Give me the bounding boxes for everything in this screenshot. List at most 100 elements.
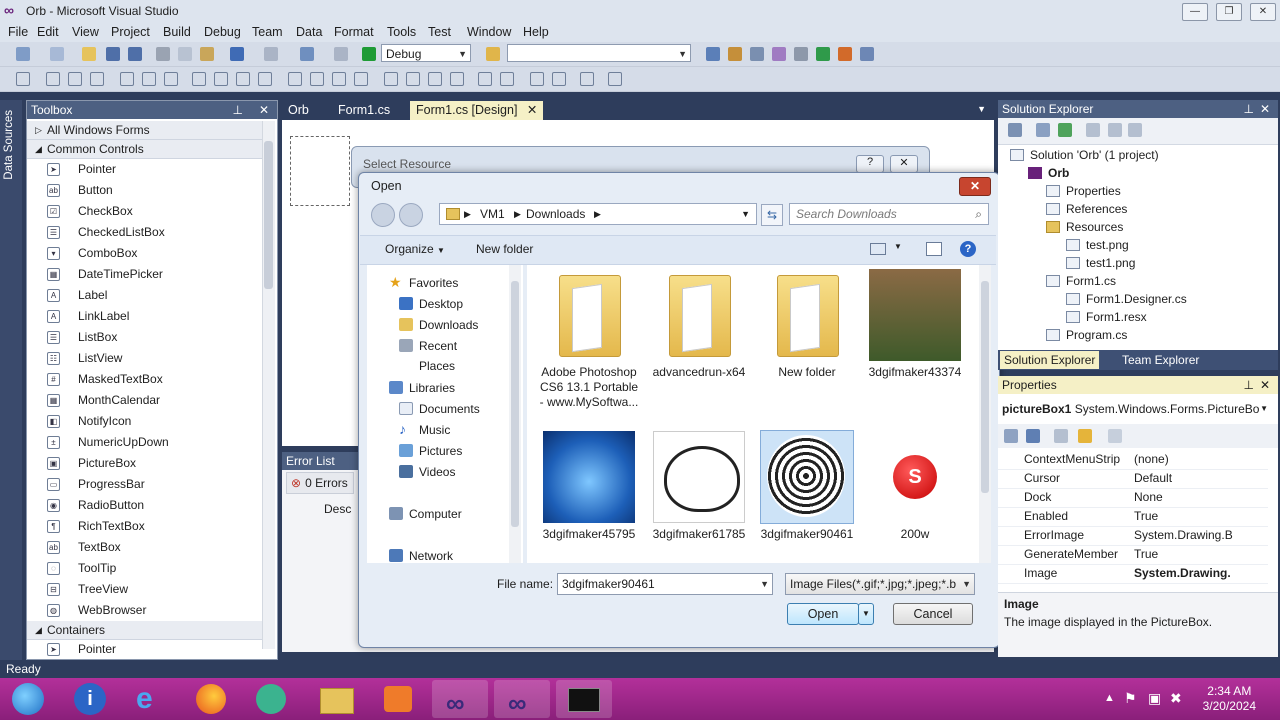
search-input[interactable]: Search Downloads ⌕ [789, 203, 989, 225]
toolbox-item-tooltip[interactable]: ◌ ToolTip [27, 558, 263, 579]
horizontal-spacing-icon[interactable] [288, 72, 302, 86]
categorized-icon[interactable] [1004, 429, 1018, 443]
toolbox-item-pointer[interactable]: ➤ Pointer [27, 159, 263, 180]
exit-icon[interactable] [816, 47, 830, 61]
navigate-forward-icon[interactable] [334, 47, 348, 61]
property-row[interactable]: Image System.Drawing. [998, 564, 1268, 584]
tools-icon[interactable] [794, 47, 808, 61]
file-name-input[interactable]: 3dgifmaker90461 ▼ [557, 573, 773, 595]
menu-window[interactable]: Window [467, 25, 511, 39]
solution-configuration-select[interactable]: Debug ▼ [381, 44, 471, 62]
redo-icon[interactable] [264, 47, 278, 61]
tab-overflow-icon[interactable]: ▼ [977, 104, 986, 114]
nav-scrollbar[interactable] [509, 265, 521, 563]
chat-app-icon[interactable] [242, 680, 298, 718]
properties-icon[interactable] [1008, 123, 1022, 137]
new-project-icon[interactable] [16, 47, 30, 61]
property-value[interactable]: Default [1134, 469, 1266, 488]
extension-icon[interactable] [838, 47, 852, 61]
property-value[interactable]: True [1134, 507, 1266, 526]
tab-order-icon[interactable] [580, 72, 594, 86]
maximize-button[interactable]: ❐ [1216, 3, 1242, 21]
toolbox-item-checkbox[interactable]: ☑ CheckBox [27, 201, 263, 222]
volume-muted-icon[interactable]: ✖ [1170, 690, 1182, 707]
open-button[interactable]: Open [787, 603, 859, 625]
vertical-spacing-icon[interactable] [384, 72, 398, 86]
scroll-thumb[interactable] [511, 281, 519, 527]
size-to-grid-icon[interactable] [258, 72, 272, 86]
new-folder-button[interactable]: New folder [476, 242, 533, 256]
property-pages-icon[interactable] [1108, 429, 1122, 443]
save-icon[interactable] [106, 47, 120, 61]
increase-spacing-icon[interactable] [310, 72, 324, 86]
media-player-icon[interactable] [370, 680, 426, 718]
toolbox-item-picturebox[interactable]: ▣ PictureBox [27, 453, 263, 474]
remove-vspacing-icon[interactable] [450, 72, 464, 86]
help-icon[interactable]: ? [960, 241, 976, 257]
pin-icon[interactable]: ⊥ [233, 101, 243, 119]
window-icon[interactable] [860, 47, 874, 61]
command-prompt-icon[interactable] [556, 680, 612, 718]
file-item[interactable]: Adobe Photoshop CS6 13.1 Portable - www.… [537, 269, 641, 410]
toolbox-item[interactable]: ➤ Pointer [27, 639, 263, 657]
scroll-thumb[interactable] [981, 281, 989, 493]
property-value[interactable]: None [1134, 488, 1266, 507]
menu-team[interactable]: Team [252, 25, 283, 39]
picturebox-selection[interactable] [290, 136, 350, 206]
tab-solution-explorer[interactable]: Solution Explorer [1000, 351, 1100, 369]
network-icon[interactable]: ▣ [1148, 690, 1161, 707]
tab-team-explorer[interactable]: Team Explorer [1122, 351, 1199, 369]
decrease-spacing-icon[interactable] [332, 72, 346, 86]
menu-view[interactable]: View [72, 25, 99, 39]
view-code-icon[interactable] [1086, 123, 1100, 137]
toolbox-item-linklabel[interactable]: A LinkLabel [27, 306, 263, 327]
toolbox-item-monthcalendar[interactable]: ▦ MonthCalendar [27, 390, 263, 411]
toolbox-item-notifyicon[interactable]: ◧ NotifyIcon [27, 411, 263, 432]
cancel-button[interactable]: Cancel [893, 603, 973, 625]
align-middles-icon[interactable] [142, 72, 156, 86]
copy-icon[interactable] [178, 47, 192, 61]
toolbox-item-button[interactable]: ab Button [27, 180, 263, 201]
address-bar[interactable]: ▶ VM1 ▶ Downloads ▶ ▼ [439, 203, 757, 225]
send-to-back-icon[interactable] [552, 72, 566, 86]
breadcrumb-vm1[interactable]: VM1 [480, 204, 505, 224]
paste-icon[interactable] [200, 47, 214, 61]
property-row[interactable]: ContextMenuStrip (none) [998, 450, 1268, 470]
property-row[interactable]: Enabled True [998, 507, 1268, 527]
make-same-size-icon[interactable] [236, 72, 250, 86]
visual-studio-taskbar-icon-2[interactable]: ∞ [494, 680, 550, 718]
errors-filter-button[interactable]: ⊗ 0 Errors [286, 472, 354, 494]
toolbox-item-datetimepicker[interactable]: ▦ DateTimePicker [27, 264, 263, 285]
close-icon[interactable]: ✕ [1260, 376, 1270, 394]
decrease-vspacing-icon[interactable] [428, 72, 442, 86]
toolbox-icon[interactable] [772, 47, 786, 61]
system-clock[interactable]: 2:34 AM 3/20/2024 [1203, 684, 1256, 714]
toolbox-item-numericupdown[interactable]: ± NumericUpDown [27, 432, 263, 453]
properties-view-icon[interactable] [1054, 429, 1068, 443]
close-icon[interactable]: ✕ [1260, 100, 1270, 118]
address-dropdown-icon[interactable]: ▼ [741, 204, 750, 224]
view-designer-icon[interactable] [1108, 123, 1122, 137]
file-item[interactable]: S 200w [863, 431, 967, 542]
align-rights-icon[interactable] [90, 72, 104, 86]
internet-explorer-icon[interactable]: e [122, 680, 178, 718]
tab-form1-design[interactable]: Form1.cs [Design] ✕ [410, 101, 544, 120]
toolbox-item-treeview[interactable]: ⊟ TreeView [27, 579, 263, 600]
breadcrumb-downloads[interactable]: Downloads [526, 204, 585, 224]
menu-debug[interactable]: Debug [204, 25, 241, 39]
open-folder-icon[interactable] [82, 47, 96, 61]
undo-icon[interactable] [230, 47, 244, 61]
refresh-icon[interactable] [1058, 123, 1072, 137]
menu-test[interactable]: Test [428, 25, 451, 39]
toolbox-item-radiobutton[interactable]: ◉ RadioButton [27, 495, 263, 516]
align-lefts-icon[interactable] [46, 72, 60, 86]
center-vertically-icon[interactable] [500, 72, 514, 86]
menu-help[interactable]: Help [523, 25, 549, 39]
toolbox-item-checkedlistbox[interactable]: ☰ CheckedListBox [27, 222, 263, 243]
toolbox-scrollbar[interactable] [262, 121, 275, 649]
add-item-icon[interactable] [50, 47, 64, 61]
toolbox-item-webbrowser[interactable]: ◍ WebBrowser [27, 600, 263, 621]
minimize-button[interactable]: — [1182, 3, 1208, 21]
scroll-thumb[interactable] [264, 141, 273, 289]
refresh-icon[interactable]: ⇆ [761, 204, 783, 226]
